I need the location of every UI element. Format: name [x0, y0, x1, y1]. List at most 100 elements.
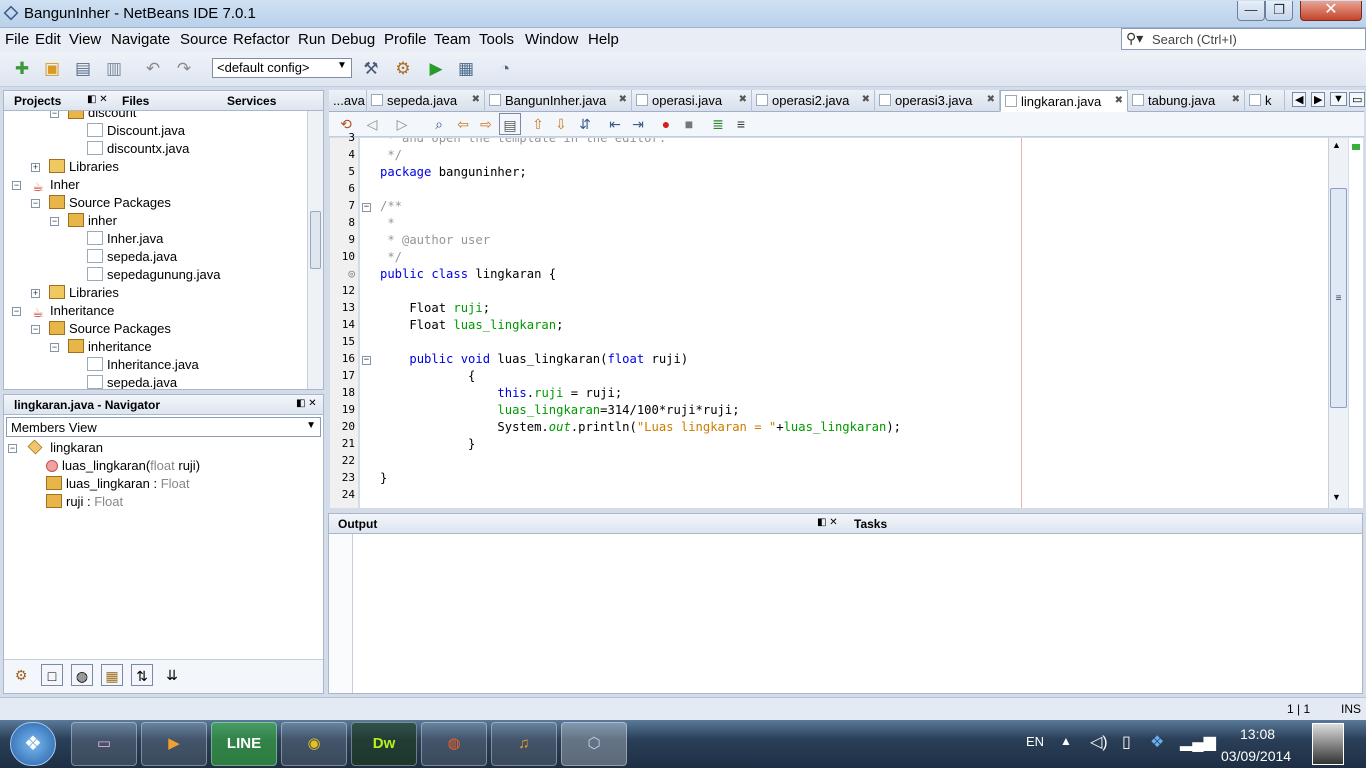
close-tab-icon[interactable]: ✖ [739, 94, 747, 105]
close-tab-icon[interactable]: ✖ [1115, 95, 1123, 106]
non-public-filter-icon[interactable]: ▦ [101, 664, 123, 686]
tab-editor-operasi[interactable]: operasi.java ✖ [632, 90, 752, 112]
tree-item[interactable]: − Source Packages [31, 195, 171, 213]
open-project-icon[interactable]: ▤ [72, 58, 94, 80]
sort-icon[interactable]: ⇅ [131, 664, 153, 686]
code-editor[interactable]: * and open the template in the editor. *… [360, 138, 1328, 508]
maximize-editor-icon[interactable]: ▭ [1349, 92, 1366, 107]
new-project-icon[interactable]: ▣ [41, 58, 63, 80]
tree-item[interactable]: − Source Packages [31, 321, 171, 339]
dropbox-icon[interactable]: ❖ [1150, 732, 1164, 752]
language-indicator[interactable]: EN [1026, 734, 1044, 749]
fields-filter-icon[interactable]: □ [41, 664, 63, 686]
tab-editor-banguninher[interactable]: BangunInher.java ✖ [485, 90, 632, 112]
toggle-bookmark-icon[interactable]: ⇵ [574, 113, 596, 135]
tree-item[interactable]: sepeda.java [87, 375, 177, 389]
tree-item[interactable]: Discount.java [87, 123, 185, 141]
tab-output[interactable]: Output [338, 517, 377, 531]
menu-file[interactable]: File [5, 31, 29, 48]
profile-icon[interactable]: ◔ [494, 58, 516, 80]
tab-tasks[interactable]: Tasks [854, 517, 887, 531]
collapse-icon[interactable]: − [12, 307, 21, 316]
expand-icon[interactable]: + [31, 289, 40, 298]
menu-window[interactable]: Window [525, 31, 578, 48]
inherited-members-icon[interactable]: ⚙ [10, 664, 32, 686]
new-file-icon[interactable]: ✚ [11, 58, 33, 80]
minimize-panel-icon[interactable]: ◧ ✕ [87, 94, 108, 105]
tree-item[interactable]: sepeda.java [87, 249, 177, 267]
output-close-icon[interactable]: ◧ ✕ [817, 517, 838, 528]
run-icon[interactable]: ▶ [425, 58, 447, 80]
close-tab-icon[interactable]: ✖ [619, 94, 627, 105]
menu-edit[interactable]: Edit [35, 31, 61, 48]
menu-profile[interactable]: Profile [384, 31, 427, 48]
menu-debug[interactable]: Debug [331, 31, 375, 48]
menu-source[interactable]: Source [180, 31, 228, 48]
find-next-icon[interactable]: ⇨ [475, 113, 497, 135]
next-bookmark-icon[interactable]: ⇩ [550, 113, 572, 135]
class-override-icon[interactable]: ◎ [348, 267, 355, 280]
code-fold-icon[interactable]: − [362, 356, 371, 365]
tab-editor-operasi3[interactable]: operasi3.java ✖ [875, 90, 1000, 112]
code-fold-icon[interactable]: − [362, 203, 371, 212]
scroll-thumb[interactable] [310, 211, 321, 269]
tree-item[interactable]: discountx.java [87, 141, 189, 159]
project-tree-scrollbar[interactable] [307, 111, 323, 389]
volume-icon[interactable]: ◁) [1090, 732, 1108, 752]
start-macro-icon[interactable]: ● [655, 113, 677, 135]
scroll-tabs-left-icon[interactable]: ◀ [1292, 92, 1307, 107]
navigator-member[interactable]: luas_lingkaran : Float [46, 476, 190, 494]
tab-editor-tabung[interactable]: tabung.java ✖ [1128, 90, 1245, 112]
music-taskbar-icon[interactable]: ♫ [491, 722, 557, 766]
scroll-thumb[interactable]: ≡ [1330, 188, 1347, 408]
previous-bookmark-icon[interactable]: ⇧ [527, 113, 549, 135]
line-app-taskbar-icon[interactable]: LINE [211, 722, 277, 766]
tree-item[interactable]: − ☕ Inheritance [12, 303, 114, 321]
clock-date[interactable]: 03/09/2014 [1221, 748, 1291, 764]
debug-icon[interactable]: ▦ [455, 58, 477, 80]
tab-editor-operasi2[interactable]: operasi2.java ✖ [752, 90, 875, 112]
maximize-button[interactable]: ❐ [1265, 1, 1293, 21]
chrome-taskbar-icon[interactable]: ◉ [281, 722, 347, 766]
close-button[interactable]: ✕ [1300, 1, 1362, 21]
navigator-member[interactable]: ruji : Float [46, 494, 123, 512]
tree-item[interactable]: Inher.java [87, 231, 163, 249]
search-input[interactable]: ⚲▾ Search (Ctrl+I) [1121, 28, 1366, 50]
tree-item[interactable]: − inher [50, 213, 117, 231]
navigator-class[interactable]: − lingkaran [8, 439, 103, 458]
navigator-close-icon[interactable]: ◧ ✕ [296, 398, 317, 409]
close-tab-icon[interactable]: ✖ [472, 94, 480, 105]
menu-navigate[interactable]: Navigate [111, 31, 170, 48]
tab-projects[interactable]: Projects [14, 94, 61, 108]
tree-item[interactable]: − discount [50, 111, 136, 123]
close-tab-icon[interactable]: ✖ [862, 94, 870, 105]
tree-item[interactable]: − inheritance [50, 339, 152, 357]
tab-services[interactable]: Services [227, 94, 276, 108]
collapse-icon[interactable]: − [50, 111, 59, 118]
network-signal-icon[interactable]: ▂▄▆ [1180, 732, 1216, 752]
stop-macro-icon[interactable]: ■ [678, 113, 700, 135]
tab-editor-k[interactable]: k [1245, 90, 1285, 112]
redo-icon[interactable]: ↷ [173, 58, 195, 80]
shift-right-icon[interactable]: ⇥ [627, 113, 649, 135]
scroll-down-icon[interactable]: ▼ [1332, 492, 1341, 502]
collapse-icon[interactable]: − [50, 343, 59, 352]
forward-icon[interactable]: ▷ [391, 113, 413, 135]
collapse-icon[interactable]: − [31, 325, 40, 334]
editor-scrollbar[interactable]: ≡ ▲ ▼ [1328, 138, 1348, 508]
netbeans-taskbar-icon[interactable]: ⬡ [561, 722, 627, 766]
tree-item[interactable]: + Libraries [31, 159, 119, 177]
tab-files[interactable]: Files [122, 94, 149, 108]
media-player-taskbar-icon[interactable]: ▶ [141, 722, 207, 766]
collapse-icon[interactable]: − [12, 181, 21, 190]
sort-name-icon[interactable]: ⇊ [161, 664, 183, 686]
tab-editor-sepeda[interactable]: sepeda.java ✖ [367, 90, 485, 112]
collapse-icon[interactable]: − [8, 444, 17, 453]
minimize-button[interactable]: — [1237, 1, 1265, 21]
toggle-highlight-icon[interactable]: ▤ [499, 113, 521, 135]
tree-item[interactable]: sepedagunung.java [87, 267, 221, 285]
menu-view[interactable]: View [69, 31, 101, 48]
navigator-member[interactable]: luas_lingkaran(float ruji) [46, 458, 200, 476]
collapse-icon[interactable]: − [31, 199, 40, 208]
undo-icon[interactable]: ↶ [142, 58, 164, 80]
